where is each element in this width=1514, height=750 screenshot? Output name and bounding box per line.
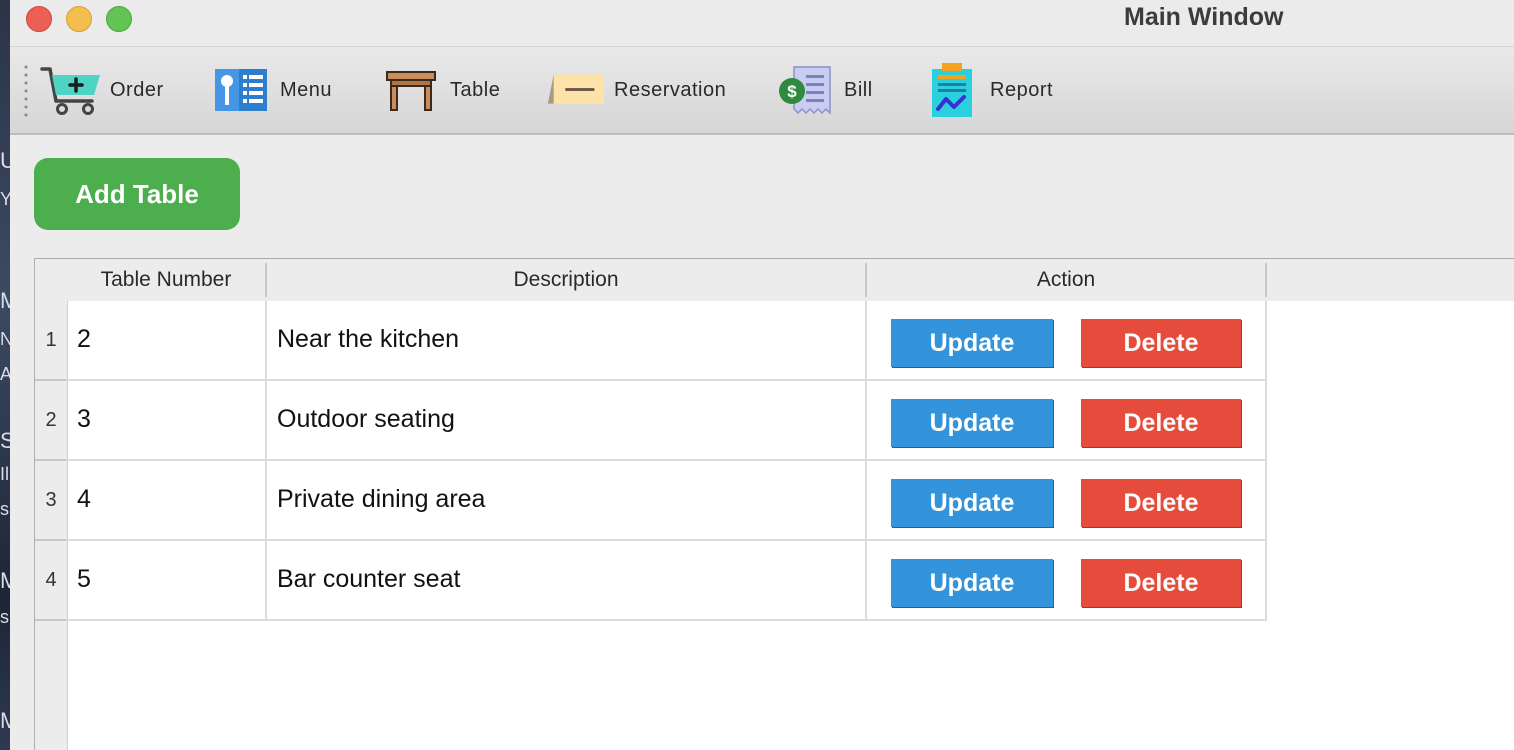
- toolbar-report-label: Report: [990, 78, 1054, 101]
- column-header-action[interactable]: Action: [867, 263, 1267, 297]
- row-number: 1: [35, 301, 67, 381]
- desktop-text: s: [0, 607, 9, 627]
- action-cell: Update Delete: [867, 381, 1267, 461]
- toolbar-reservation-label: Reservation: [614, 78, 727, 101]
- update-button[interactable]: Update: [891, 399, 1053, 447]
- table-header: Table Number Description Action: [35, 259, 1514, 301]
- shopping-cart-icon: [40, 62, 102, 118]
- row-number: 4: [35, 541, 67, 621]
- toolbar-menu-label: Menu: [280, 78, 333, 101]
- svg-text:$: $: [787, 82, 797, 101]
- menu-list-icon: [210, 62, 272, 118]
- row-number: 2: [35, 381, 67, 461]
- delete-button[interactable]: Delete: [1081, 479, 1241, 527]
- minimize-window-button[interactable]: [66, 6, 92, 32]
- update-button[interactable]: Update: [891, 479, 1053, 527]
- zoom-window-button[interactable]: [106, 6, 132, 32]
- table-number-cell[interactable]: 3: [67, 381, 267, 461]
- toolbar-bill-label: Bill: [844, 78, 873, 101]
- window-title: Main Window: [1124, 3, 1284, 31]
- table-number-cell[interactable]: 2: [67, 301, 267, 381]
- delete-button[interactable]: Delete: [1081, 399, 1241, 447]
- toolbar: Order Menu Table Reservation $ Bill Repo…: [10, 46, 1514, 135]
- toolbar-table-button[interactable]: Table: [380, 47, 500, 133]
- table-row[interactable]: 5 Bar counter seat Update Delete: [67, 541, 1267, 621]
- description-cell[interactable]: Private dining area: [267, 461, 867, 541]
- row-number: 3: [35, 461, 67, 541]
- column-header-description[interactable]: Description: [267, 263, 867, 297]
- action-cell: Update Delete: [867, 541, 1267, 621]
- table-row[interactable]: 3 Outdoor seating Update Delete: [67, 381, 1267, 461]
- table-row[interactable]: 4 Private dining area Update Delete: [67, 461, 1267, 541]
- toolbar-order-button[interactable]: Order: [40, 47, 164, 133]
- toolbar-grip-handle[interactable]: [24, 63, 28, 117]
- toolbar-reservation-button[interactable]: Reservation: [544, 47, 726, 133]
- toolbar-menu-button[interactable]: Menu: [210, 47, 332, 133]
- table-number-cell[interactable]: 4: [67, 461, 267, 541]
- tables-grid: Table Number Description Action 1 2 Near…: [34, 258, 1514, 750]
- add-table-button[interactable]: Add Table: [34, 158, 240, 230]
- update-button[interactable]: Update: [891, 559, 1053, 607]
- desktop-text: s: [0, 499, 9, 519]
- toolbar-report-button[interactable]: Report: [920, 47, 1053, 133]
- report-clipboard-icon: [920, 62, 982, 118]
- toolbar-order-label: Order: [110, 78, 164, 101]
- delete-button[interactable]: Delete: [1081, 319, 1241, 367]
- column-header-table-number[interactable]: Table Number: [67, 263, 267, 297]
- bill-receipt-icon: $: [774, 62, 836, 118]
- description-cell[interactable]: Outdoor seating: [267, 381, 867, 461]
- toolbar-table-label: Table: [450, 78, 501, 101]
- description-cell[interactable]: Near the kitchen: [267, 301, 867, 381]
- action-cell: Update Delete: [867, 461, 1267, 541]
- table-row[interactable]: 2 Near the kitchen Update Delete: [67, 301, 1267, 381]
- desktop-background: U Y M N A S Il s M s M: [0, 0, 18, 750]
- reservation-sign-icon: [544, 62, 606, 118]
- main-content: Add Table Table Number Description Actio…: [10, 134, 1514, 750]
- main-window: Main Window Order Menu Table Reservation…: [10, 0, 1514, 750]
- toolbar-bill-button[interactable]: $ Bill: [774, 47, 873, 133]
- action-cell: Update Delete: [867, 301, 1267, 381]
- close-window-button[interactable]: [26, 6, 52, 32]
- desktop-text: Il: [0, 464, 9, 484]
- delete-button[interactable]: Delete: [1081, 559, 1241, 607]
- description-cell[interactable]: Bar counter seat: [267, 541, 867, 621]
- table-number-cell[interactable]: 5: [67, 541, 267, 621]
- table-icon: [380, 62, 442, 118]
- update-button[interactable]: Update: [891, 319, 1053, 367]
- title-bar: Main Window: [10, 0, 1514, 46]
